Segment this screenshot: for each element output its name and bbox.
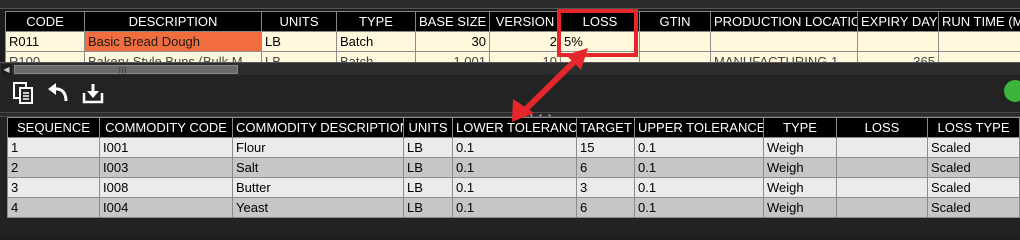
callout-arrow-icon — [512, 48, 588, 122]
